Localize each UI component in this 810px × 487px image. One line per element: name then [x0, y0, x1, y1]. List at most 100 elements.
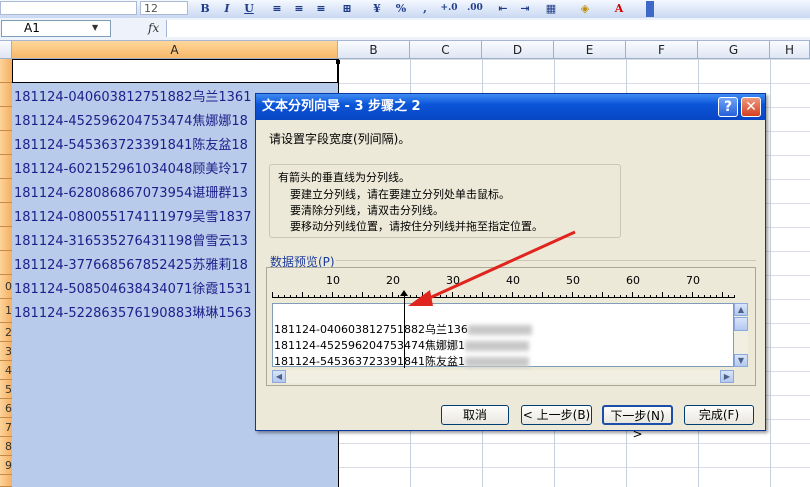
select-all-corner[interactable] [0, 41, 12, 59]
row-header[interactable]: 5 [0, 380, 12, 399]
align-right-icon[interactable]: ≡ [312, 1, 330, 16]
row-header[interactable]: 9 [0, 456, 12, 475]
row-header[interactable] [0, 83, 12, 107]
row-header[interactable] [0, 203, 12, 227]
column-header-b[interactable]: B [338, 41, 410, 59]
ruler-tick [668, 295, 669, 298]
redacted-block [464, 341, 529, 351]
row-header[interactable]: 0 [0, 275, 12, 299]
formula-input[interactable] [166, 20, 810, 37]
ruler-tick [452, 292, 453, 298]
row-header[interactable] [0, 179, 12, 203]
cancel-button[interactable]: 取消 [441, 405, 509, 425]
data-preview-box[interactable]: 181124-040603812751882乌兰136 181124-45259… [272, 303, 734, 368]
toolbar-options-icon[interactable] [646, 1, 654, 17]
column-break-line[interactable] [404, 294, 405, 368]
comma-button[interactable]: , [416, 1, 434, 16]
ruler-tick [638, 295, 639, 298]
row-header[interactable] [0, 107, 12, 131]
column-header-g[interactable]: G [698, 41, 770, 59]
column-header-h[interactable]: H [770, 41, 810, 59]
scroll-down-icon[interactable]: ▼ [734, 354, 748, 367]
row-header[interactable] [0, 251, 12, 275]
ruler-tick [572, 292, 573, 298]
finish-button[interactable]: 完成(F) [684, 405, 754, 425]
bold-button[interactable]: B [196, 1, 214, 16]
row-header[interactable] [0, 59, 12, 83]
dialog-title[interactable]: 文本分列向导 - 3 步骤之 2 [256, 94, 765, 120]
scroll-thumb[interactable] [734, 317, 748, 331]
preview-vertical-scrollbar[interactable]: ▲ ▼ [734, 303, 748, 367]
row-header[interactable]: 8 [0, 437, 12, 456]
font-size-box[interactable]: 12 [140, 1, 188, 15]
ruler-tick [290, 295, 291, 298]
ruler-label: 50 [566, 274, 580, 287]
row-header[interactable]: 4 [0, 361, 12, 380]
ruler-tick [692, 292, 693, 298]
ruler-tick [296, 295, 297, 298]
instructions-box: 有箭头的垂直线为分列线。 要建立分列线，请在要建立分列处单击鼠标。 要清除分列线… [269, 164, 621, 238]
info-heading: 有箭头的垂直线为分列线。 [278, 171, 410, 184]
ruler-tick [362, 292, 363, 298]
font-color-button[interactable]: A [610, 1, 628, 16]
ruler-tick [554, 295, 555, 298]
ruler-label: 70 [686, 274, 700, 287]
ruler-label: 30 [446, 274, 460, 287]
row-header[interactable] [0, 131, 12, 155]
column-header-f[interactable]: F [626, 41, 698, 59]
column-ruler[interactable]: 10 20 30 40 50 60 70 [272, 274, 735, 298]
scroll-up-icon[interactable]: ▲ [734, 303, 748, 316]
column-header-d[interactable]: D [482, 41, 554, 59]
scroll-right-icon[interactable]: ▶ [720, 370, 734, 383]
align-left-icon[interactable]: ≡ [268, 1, 286, 16]
row-header[interactable]: 7 [0, 418, 12, 437]
align-center-icon[interactable]: ≡ [290, 1, 308, 16]
close-button[interactable]: ✕ [741, 97, 761, 117]
ruler-tick [356, 295, 357, 298]
merge-center-icon[interactable]: ⊞ [338, 1, 356, 16]
ruler-tick [698, 295, 699, 298]
underline-button[interactable]: U [240, 1, 258, 16]
increase-indent-icon[interactable]: ⇥ [516, 1, 534, 16]
ruler-tick [272, 292, 273, 298]
active-cell-a1[interactable] [12, 59, 338, 83]
decrease-decimal-button[interactable]: .00 [462, 1, 488, 16]
ruler-tick [530, 295, 531, 298]
borders-icon[interactable]: ▦ [542, 1, 560, 16]
back-button[interactable]: < 上一步(B) [521, 405, 592, 425]
dialog-prompt: 请设置字段宽度(列间隔)。 [269, 132, 411, 146]
currency-icon[interactable]: ¥ [368, 1, 386, 16]
column-header-c[interactable]: C [410, 41, 482, 59]
next-button[interactable]: 下一步(N) > [602, 405, 673, 441]
ruler-tick [326, 295, 327, 298]
ruler-tick [302, 292, 303, 298]
preview-text: 181124-452596204753474焦娜娜1 [274, 339, 465, 352]
row-header[interactable]: 3 [0, 342, 12, 361]
font-name-box[interactable] [0, 1, 137, 15]
column-header-e[interactable]: E [554, 41, 626, 59]
percent-button[interactable]: % [392, 1, 410, 16]
row-header[interactable]: 2 [0, 323, 12, 342]
decrease-indent-icon[interactable]: ⇤ [494, 1, 512, 16]
ruler-tick [476, 295, 477, 298]
scroll-left-icon[interactable]: ◀ [272, 370, 286, 383]
ruler-tick [734, 295, 735, 298]
help-button[interactable]: ? [718, 97, 738, 117]
preview-text: 181124-040603812751882乌兰136 [274, 323, 468, 336]
insert-function-icon[interactable]: fx [148, 21, 159, 35]
row-header[interactable] [0, 475, 12, 487]
ruler-tick [332, 292, 333, 298]
ruler-tick [428, 295, 429, 298]
row-header[interactable]: 6 [0, 399, 12, 418]
fill-color-icon[interactable]: ◈ [576, 1, 594, 16]
italic-button[interactable]: I [218, 1, 236, 16]
column-header-a[interactable]: A [12, 41, 338, 59]
chevron-down-icon[interactable]: ▼ [92, 23, 98, 32]
preview-horizontal-scrollbar[interactable]: ◀ ▶ [272, 370, 734, 383]
row-header[interactable] [0, 227, 12, 251]
increase-decimal-button[interactable]: +.0 [436, 1, 462, 16]
row-header[interactable]: 1 [0, 299, 12, 323]
ruler-tick [608, 295, 609, 298]
row-header[interactable] [0, 155, 12, 179]
preview-text: 181124-545363723391841陈友盆1 [274, 355, 465, 368]
